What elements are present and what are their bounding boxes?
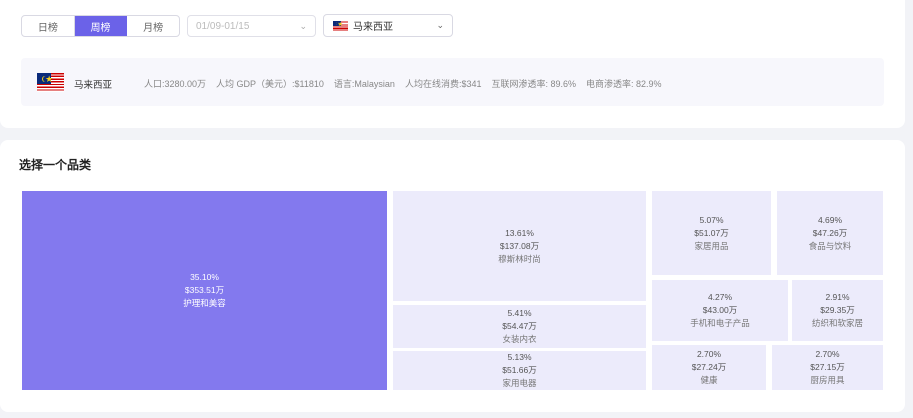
category-tile[interactable]: 2.70% $27.15万 厨房用具	[772, 345, 883, 390]
country-stats: 人口:3280.00万 人均 GDP（美元）:$11810 语言:Malaysi…	[144, 77, 672, 90]
date-range-placeholder: 01/09-01/15	[196, 20, 250, 32]
category-pct: 2.91%	[825, 292, 850, 302]
category-pct: 4.27%	[707, 292, 733, 302]
category-tile[interactable]: 5.41% $54.47万 女装内衣	[393, 305, 646, 348]
country-info-bar: ★ 马来西亚 人口:3280.00万 人均 GDP（美元）:$11810 语言:…	[21, 58, 884, 106]
category-name: 食品与饮料	[808, 240, 852, 251]
category-tile[interactable]: 2.91% $29.35万 纺织和软家居	[792, 280, 883, 341]
category-amount: $54.47万	[502, 321, 537, 331]
category-pct: 13.61%	[505, 227, 534, 238]
category-pct: 4.69%	[817, 214, 843, 225]
category-name: 纺织和软家居	[811, 318, 863, 328]
category-tile[interactable]: 5.13% $51.66万 家用电器	[393, 351, 646, 390]
category-tile[interactable]: 35.10% $353.51万 护理和美容	[22, 191, 387, 390]
tab-weekly[interactable]: 周榜	[74, 16, 128, 36]
category-name: 家居用品	[694, 240, 729, 251]
stat-internet-rate: 互联网渗透率: 89.6%	[491, 79, 577, 89]
category-tile[interactable]: 13.61% $137.08万 穆斯林时尚	[393, 191, 646, 301]
category-amount: $51.66万	[502, 365, 537, 375]
malaysia-flag-icon: ★	[37, 73, 64, 92]
category-amount: $27.15万	[810, 362, 845, 372]
date-range-select[interactable]: 01/09-01/15 ⌄	[187, 15, 316, 37]
chevron-down-icon: ⌄	[299, 21, 307, 31]
category-amount: $47.26万	[812, 227, 848, 238]
stat-online-spend: 人均在线消费:$341	[404, 79, 482, 89]
category-name: 健康	[700, 375, 718, 385]
stat-gdp: 人均 GDP（美元）:$11810	[216, 79, 324, 89]
stat-language: 语言:Malaysian	[333, 79, 395, 89]
tab-monthly[interactable]: 月榜	[127, 16, 179, 36]
country-select[interactable]: ★ 马来西亚 ⌄	[323, 14, 453, 37]
category-pct: 2.70%	[696, 349, 722, 359]
category-tile[interactable]: 2.70% $27.24万 健康	[652, 345, 766, 390]
category-pct: 2.70%	[815, 349, 840, 359]
tab-daily[interactable]: 日榜	[22, 16, 75, 36]
category-amount: $137.08万	[499, 240, 540, 251]
category-pct: 5.13%	[507, 352, 532, 362]
malaysia-flag-icon: ★	[333, 20, 348, 31]
country-select-value: 马来西亚	[353, 22, 393, 33]
category-amount: $27.24万	[691, 362, 727, 372]
category-tile[interactable]: 4.27% $43.00万 手机和电子产品	[652, 280, 788, 341]
category-name: 穆斯林时尚	[498, 253, 541, 264]
category-pct: 5.41%	[507, 308, 532, 318]
chevron-down-icon: ⌄	[436, 20, 444, 30]
category-name: 家用电器	[502, 378, 537, 388]
section-title: 选择一个品类	[19, 158, 92, 172]
category-amount: $353.51万	[184, 285, 225, 295]
category-name: 护理和美容	[183, 298, 226, 308]
category-amount: $29.35万	[820, 305, 855, 315]
country-name: 马来西亚	[74, 80, 113, 91]
stat-population: 人口:3280.00万	[144, 79, 207, 89]
category-amount: $43.00万	[702, 305, 738, 315]
category-tile[interactable]: 4.69% $47.26万 食品与饮料	[777, 191, 883, 275]
stat-ecommerce-rate: 电商渗透率: 82.9%	[586, 79, 662, 89]
period-toggle: 日榜 周榜 月榜	[21, 15, 180, 37]
category-name: 女装内衣	[502, 334, 537, 344]
category-name: 厨房用具	[810, 375, 845, 385]
filter-card: 日榜 周榜 月榜 01/09-01/15 ⌄ ★ 马来西亚 ⌄ ★ 马来西亚 人…	[0, 0, 905, 128]
category-pct: 35.10%	[190, 272, 219, 282]
category-amount: $51.07万	[694, 227, 729, 238]
category-name: 手机和电子产品	[690, 318, 750, 328]
category-tile[interactable]: 5.07% $51.07万 家居用品	[652, 191, 771, 275]
category-pct: 5.07%	[699, 214, 724, 225]
